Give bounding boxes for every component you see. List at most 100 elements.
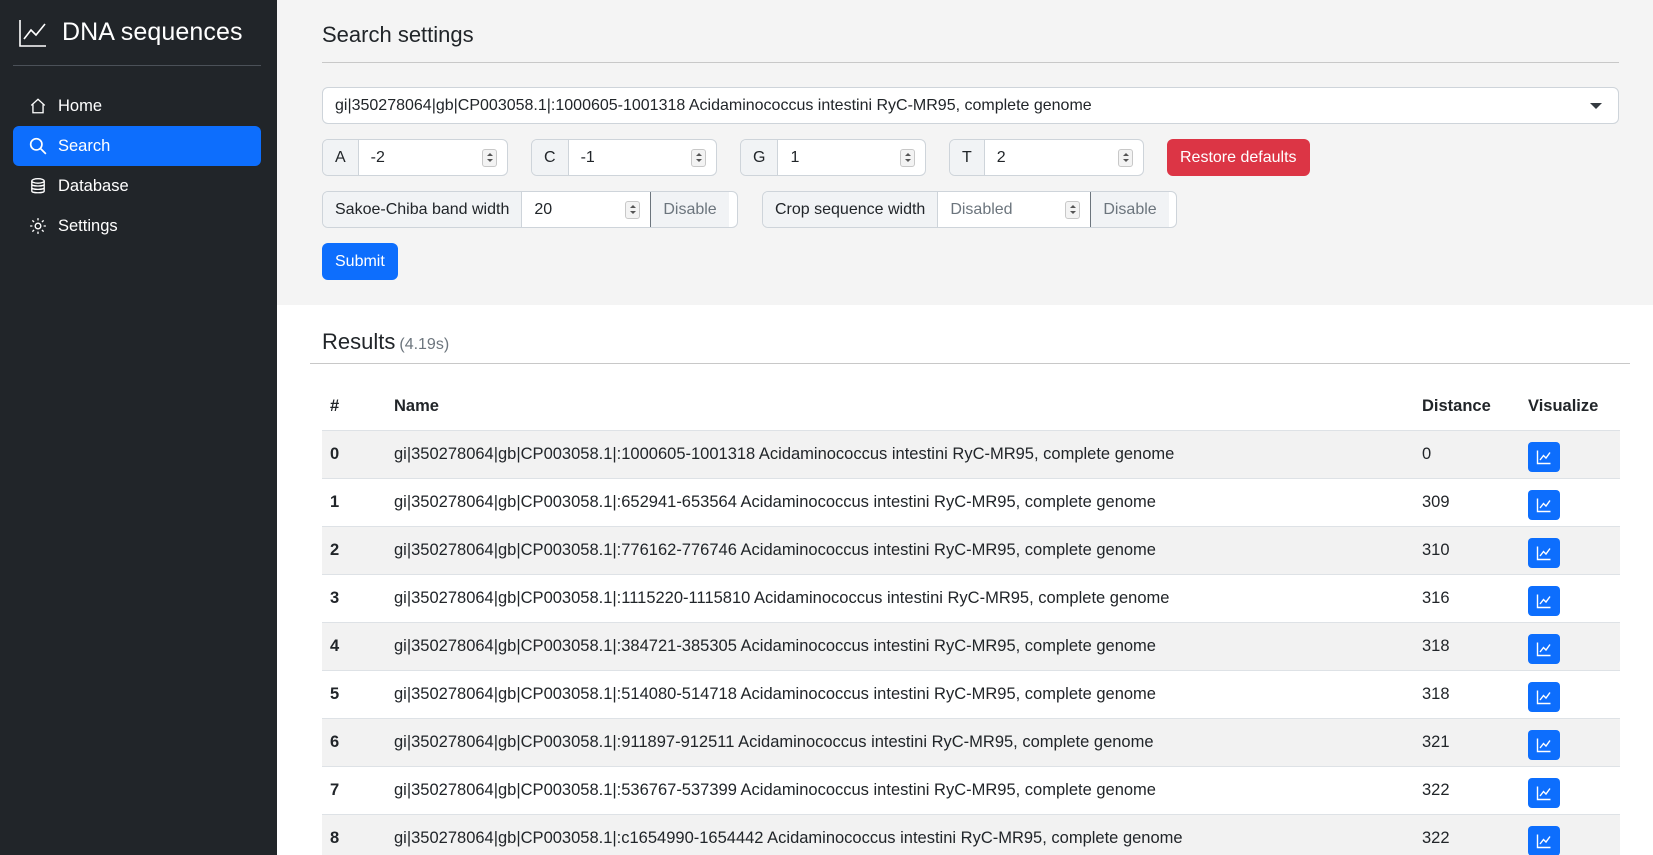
- row-name: gi|350278064|gb|CP003058.1|:776162-77674…: [386, 526, 1414, 575]
- chart-line-icon: [1536, 498, 1551, 513]
- band-width-value: 20: [534, 200, 553, 218]
- spinner-icon[interactable]: [691, 148, 706, 167]
- band-row: Sakoe-Chiba band width 20 Disable Crop s…: [322, 191, 1619, 228]
- row-distance: 0: [1414, 430, 1520, 479]
- visualize-button[interactable]: [1528, 586, 1560, 616]
- visualize-button[interactable]: [1528, 826, 1560, 855]
- row-index: 7: [322, 766, 386, 815]
- results-table: # Name Distance Visualize 0 gi|350278064|…: [322, 384, 1620, 855]
- row-distance: 318: [1414, 670, 1520, 719]
- column-header-visualize: Visualize: [1520, 384, 1620, 431]
- visualize-button[interactable]: [1528, 634, 1560, 664]
- row-visualize: [1520, 622, 1620, 671]
- row-name: gi|350278064|gb|CP003058.1|:514080-51471…: [386, 670, 1414, 719]
- row-index: 3: [322, 574, 386, 623]
- visualize-button[interactable]: [1528, 490, 1560, 520]
- weight-a-group: A -2: [322, 139, 508, 176]
- sequence-select-value: gi|350278064|gb|CP003058.1|:1000605-1001…: [335, 96, 1092, 114]
- sidebar-item-label: Search: [58, 136, 111, 155]
- gear-icon: [30, 218, 46, 234]
- weight-t-input[interactable]: 2: [985, 140, 1143, 175]
- row-name: gi|350278064|gb|CP003058.1|:536767-53739…: [386, 766, 1414, 815]
- table-row: 2 gi|350278064|gb|CP003058.1|:776162-7767…: [322, 526, 1620, 575]
- sidebar-item-home[interactable]: Home: [13, 86, 261, 126]
- row-visualize: [1520, 430, 1620, 479]
- table-row: 7 gi|350278064|gb|CP003058.1|:536767-5373…: [322, 766, 1620, 815]
- restore-defaults-button[interactable]: Restore defaults: [1167, 139, 1310, 176]
- row-distance: 322: [1414, 766, 1520, 815]
- chart-line-icon: [1536, 786, 1551, 801]
- spinner-icon[interactable]: [625, 200, 641, 219]
- column-header-index: #: [322, 384, 386, 431]
- row-distance: 321: [1414, 718, 1520, 767]
- band-width-label: Sakoe-Chiba band width: [323, 192, 523, 227]
- results-header: Results (4.19s): [310, 329, 1630, 364]
- weight-c-label: C: [532, 140, 569, 175]
- row-name: gi|350278064|gb|CP003058.1|:1115220-1115…: [386, 574, 1414, 623]
- table-row: 1 gi|350278064|gb|CP003058.1|:652941-6535…: [322, 478, 1620, 527]
- brand[interactable]: DNA sequences: [13, 0, 261, 66]
- row-distance: 310: [1414, 526, 1520, 575]
- sidebar-item-search[interactable]: Search: [13, 126, 261, 166]
- submit-button[interactable]: Submit: [322, 243, 398, 280]
- search-icon: [29, 137, 47, 155]
- sidebar-nav: Home Search Database Settings: [13, 86, 261, 246]
- results-time: (4.19s): [399, 336, 450, 353]
- database-icon: [31, 178, 45, 194]
- row-visualize: [1520, 718, 1620, 767]
- row-index: 2: [322, 526, 386, 575]
- weight-c-input[interactable]: -1: [569, 140, 716, 175]
- row-name: gi|350278064|gb|CP003058.1|:911897-91251…: [386, 718, 1414, 767]
- weight-t-value: 2: [996, 148, 1006, 166]
- table-row: 6 gi|350278064|gb|CP003058.1|:911897-9125…: [322, 718, 1620, 767]
- weight-c-value: -1: [580, 148, 595, 166]
- visualize-button[interactable]: [1528, 682, 1560, 712]
- band-disable-button[interactable]: Disable: [650, 192, 729, 227]
- row-name: gi|350278064|gb|CP003058.1|:1000605-1001…: [386, 430, 1414, 479]
- crop-width-group: Crop sequence width Disabled Disable: [762, 191, 1177, 228]
- results-panel: Results (4.19s) # Name Distance Visualiz…: [277, 305, 1653, 855]
- row-name: gi|350278064|gb|CP003058.1|:652941-65356…: [386, 478, 1414, 527]
- chart-line-icon: [19, 19, 46, 47]
- row-visualize: [1520, 670, 1620, 719]
- spinner-icon[interactable]: [900, 148, 915, 167]
- sidebar-item-settings[interactable]: Settings: [13, 206, 261, 246]
- visualize-button[interactable]: [1528, 442, 1560, 472]
- app-title: DNA sequences: [62, 18, 243, 46]
- chart-line-icon: [1536, 546, 1551, 561]
- sidebar: DNA sequences Home Search Database Setti…: [0, 0, 277, 855]
- sequence-select[interactable]: gi|350278064|gb|CP003058.1|:1000605-1001…: [322, 87, 1619, 124]
- visualize-button[interactable]: [1528, 778, 1560, 808]
- row-visualize: [1520, 574, 1620, 623]
- chart-line-icon: [1536, 690, 1551, 705]
- home-icon: [30, 98, 46, 114]
- weight-g-input[interactable]: 1: [778, 140, 925, 175]
- row-index: 0: [322, 430, 386, 479]
- sidebar-item-label: Home: [58, 96, 103, 115]
- crop-width-label: Crop sequence width: [763, 192, 939, 227]
- column-header-name: Name: [386, 384, 1414, 431]
- row-visualize: [1520, 526, 1620, 575]
- spinner-icon[interactable]: [1065, 200, 1081, 219]
- visualize-button[interactable]: [1528, 730, 1560, 760]
- crop-width-input[interactable]: Disabled: [938, 192, 1090, 227]
- spinner-icon[interactable]: [1118, 148, 1133, 167]
- crop-disable-button[interactable]: Disable: [1090, 192, 1169, 227]
- row-visualize: [1520, 766, 1620, 815]
- chart-line-icon: [1536, 834, 1551, 849]
- band-width-input[interactable]: 20: [522, 192, 650, 227]
- sidebar-item-database[interactable]: Database: [13, 166, 261, 206]
- row-distance: 309: [1414, 478, 1520, 527]
- results-title: Results: [322, 329, 396, 354]
- row-distance: 322: [1414, 814, 1520, 855]
- weight-a-input[interactable]: -2: [359, 140, 507, 175]
- visualize-button[interactable]: [1528, 538, 1560, 568]
- table-row: 8 gi|350278064|gb|CP003058.1|:c1654990-16…: [322, 814, 1620, 855]
- settings-title: Search settings: [322, 22, 1619, 63]
- search-settings-panel: Search settings gi|350278064|gb|CP003058…: [277, 0, 1653, 305]
- results-body: 0 gi|350278064|gb|CP003058.1|:1000605-100…: [322, 430, 1620, 855]
- spinner-icon[interactable]: [482, 148, 497, 167]
- row-distance: 318: [1414, 622, 1520, 671]
- row-visualize: [1520, 814, 1620, 855]
- row-index: 8: [322, 814, 386, 855]
